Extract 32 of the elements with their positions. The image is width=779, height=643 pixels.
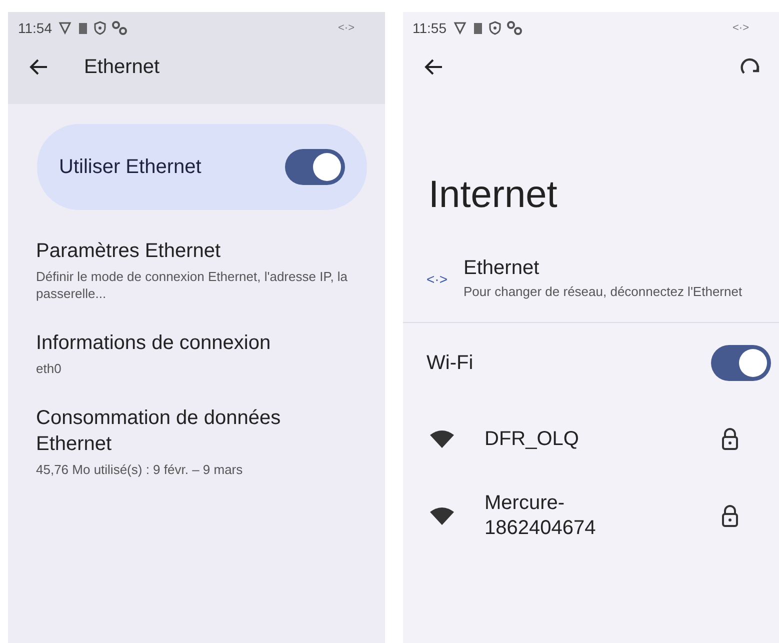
- setting-title[interactable]: Consommation de données Ethernet: [36, 405, 356, 457]
- link-icon: [506, 21, 522, 35]
- page-title: Internet: [428, 173, 558, 218]
- status-time: 11:54: [18, 20, 52, 36]
- toggle-switch[interactable]: [711, 345, 771, 381]
- notification-icon: [452, 21, 466, 35]
- setting-title[interactable]: Informations de connexion: [36, 330, 356, 356]
- wifi-icon: [428, 506, 454, 526]
- toggle-switch[interactable]: [284, 149, 344, 185]
- ethernet-glyph: <·>: [426, 270, 448, 286]
- shield-icon: [488, 21, 500, 35]
- notification-icon: [58, 21, 72, 35]
- back-arrow-icon[interactable]: [28, 58, 48, 76]
- setting-title[interactable]: Paramètres Ethernet: [36, 238, 356, 264]
- link-icon: [112, 21, 128, 35]
- wifi-label: Wi-Fi: [426, 352, 474, 374]
- switch-label: Utiliser Ethernet: [59, 156, 202, 178]
- setting-summary: 45,76 Mo utilisé(s) : 9 févr. – 9 mars: [36, 461, 244, 478]
- shield-icon: [94, 21, 106, 35]
- ethernet-status-glyph: <·>: [732, 22, 749, 34]
- setting-summary: eth0: [36, 360, 62, 377]
- network-name[interactable]: DFR_OLQ: [484, 426, 691, 452]
- ethernet-summary: Pour changer de réseau, déconnectez l'Ethernet: [464, 283, 742, 300]
- setting-summary: Définir le mode de connexion Ethernet, l'adresse IP, la passerelle...: [36, 268, 349, 302]
- wifi-icon: [428, 429, 454, 449]
- switch-card[interactable]: Utiliser Ethernet: [37, 124, 366, 210]
- back-arrow-icon[interactable]: [422, 58, 442, 76]
- screen-title: Ethernet: [84, 56, 160, 78]
- ethernet-status-glyph: <·>: [338, 22, 354, 34]
- network-name[interactable]: Mercure- 1862404674: [484, 491, 691, 541]
- ethernet-title[interactable]: Ethernet: [464, 257, 742, 280]
- status-time: 11:55: [412, 20, 446, 36]
